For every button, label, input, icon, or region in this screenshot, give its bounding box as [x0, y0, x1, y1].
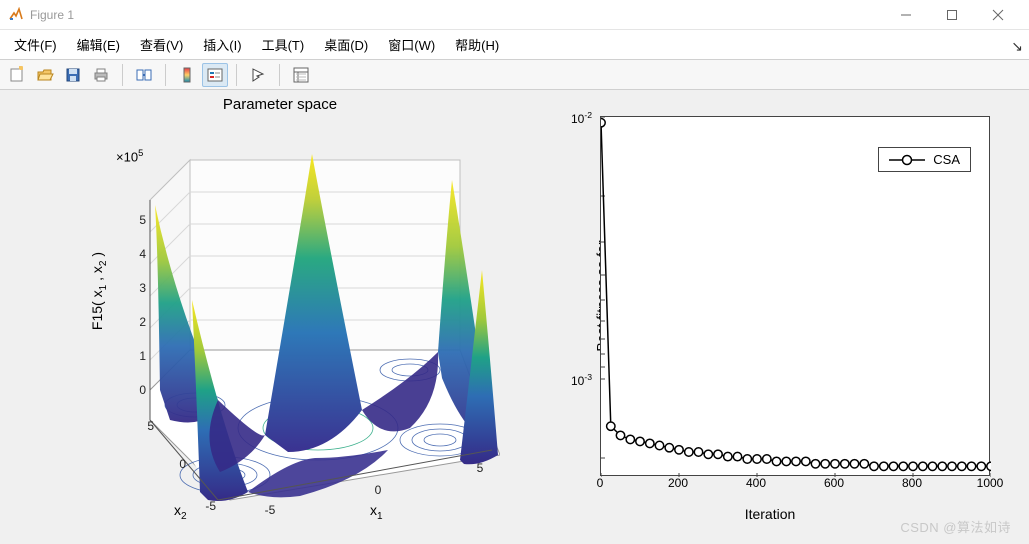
y-tick: 10-2	[556, 110, 592, 126]
legend-label: CSA	[933, 152, 960, 167]
maximize-button[interactable]	[929, 0, 975, 30]
menu-file[interactable]: 文件(F)	[4, 31, 67, 58]
z-axis-multiplier: ×105	[116, 148, 143, 164]
x-axis-label: Iteration	[530, 506, 1010, 522]
plot-tools-button[interactable]	[288, 63, 314, 87]
x-tick: 600	[824, 476, 844, 490]
legend-swatch	[889, 154, 925, 166]
line-plot: CSA	[600, 116, 990, 476]
svg-text:3: 3	[139, 281, 146, 295]
x-tick: 800	[902, 476, 922, 490]
svg-text:5: 5	[147, 419, 154, 433]
toolbar-separator	[122, 64, 123, 86]
svg-text:5: 5	[139, 213, 146, 227]
x-axis-label: x1	[370, 502, 383, 522]
open-button[interactable]	[32, 63, 58, 87]
matlab-icon	[8, 7, 24, 23]
figure-stage: Parameter space	[0, 90, 1029, 544]
x-tick: 0	[597, 476, 604, 490]
svg-text:2: 2	[139, 315, 146, 329]
minimize-button[interactable]	[883, 0, 929, 30]
svg-text:-5: -5	[265, 503, 276, 517]
toolbar-separator	[236, 64, 237, 86]
y-axis-label: x2	[174, 502, 187, 522]
close-button[interactable]	[975, 0, 1021, 30]
menu-tools[interactable]: 工具(T)	[252, 31, 315, 58]
svg-text:0: 0	[375, 483, 382, 497]
svg-text:-5: -5	[205, 499, 216, 513]
menu-desktop[interactable]: 桌面(D)	[314, 31, 378, 58]
insert-colorbar-button[interactable]	[174, 63, 200, 87]
title-bar: Figure 1	[0, 0, 1029, 30]
menu-insert[interactable]: 插入(I)	[193, 31, 251, 58]
surface-plot: 0 1 2 3 4 5 5 0 -5 -5 0 5	[100, 120, 500, 520]
edit-plot-button[interactable]	[245, 63, 271, 87]
axes-parameter-space[interactable]: Parameter space	[60, 96, 500, 526]
menu-view[interactable]: 查看(V)	[130, 31, 193, 58]
new-figure-button[interactable]	[4, 63, 30, 87]
svg-text:0: 0	[139, 383, 146, 397]
svg-text:0: 0	[179, 457, 186, 471]
legend[interactable]: CSA	[878, 147, 971, 172]
svg-text:5: 5	[477, 461, 484, 475]
save-button[interactable]	[60, 63, 86, 87]
link-axes-button[interactable]	[131, 63, 157, 87]
menu-edit[interactable]: 编辑(E)	[67, 31, 130, 58]
print-button[interactable]	[88, 63, 114, 87]
window-title: Figure 1	[30, 8, 74, 22]
toolbar-separator	[279, 64, 280, 86]
y-axis-ticks: 10-2 10-3	[560, 116, 596, 476]
menu-window[interactable]: 窗口(W)	[378, 31, 445, 58]
toolbar	[0, 60, 1029, 90]
x-tick: 400	[746, 476, 766, 490]
y-tick: 10-3	[556, 372, 592, 388]
x-tick: 200	[668, 476, 688, 490]
x-axis-ticks: 0 200 400 600 800 1000	[600, 476, 990, 492]
axes-convergence[interactable]: Best fitness so far 10-2 10-3	[530, 96, 1010, 526]
svg-text:4: 4	[139, 247, 146, 261]
insert-legend-button[interactable]	[202, 63, 228, 87]
x-tick: 1000	[977, 476, 1004, 490]
menu-overflow-icon[interactable]: ↘	[1011, 38, 1023, 55]
menu-help[interactable]: 帮助(H)	[445, 31, 509, 58]
svg-text:1: 1	[139, 349, 146, 363]
toolbar-separator	[165, 64, 166, 86]
z-axis-label: F15( x1 , x2 )	[89, 252, 109, 330]
axes-title: Parameter space	[60, 96, 500, 113]
menu-bar: 文件(F) 编辑(E) 查看(V) 插入(I) 工具(T) 桌面(D) 窗口(W…	[0, 30, 1029, 60]
